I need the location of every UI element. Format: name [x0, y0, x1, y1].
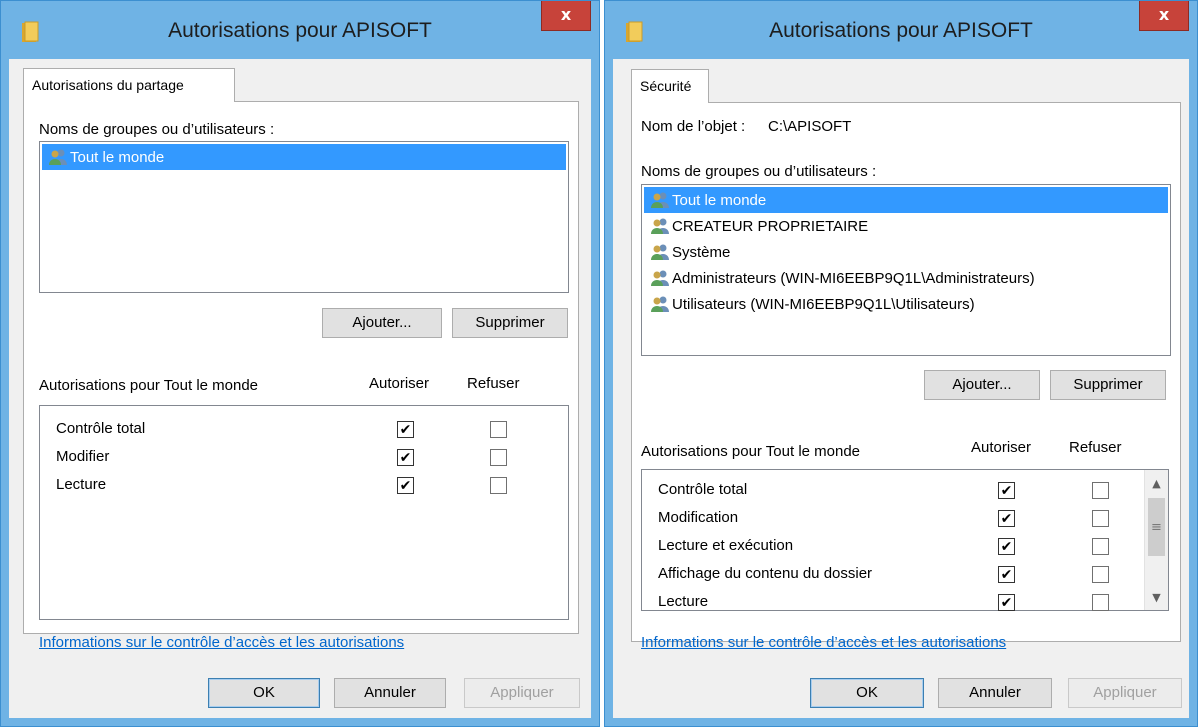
list-item[interactable]: Tout le monde	[644, 187, 1168, 213]
cancel-button[interactable]: Annuler	[334, 678, 446, 708]
scroll-up-arrow-icon[interactable]: ▲	[1145, 470, 1168, 496]
deny-checkbox[interactable]	[490, 421, 507, 438]
permission-label: Lecture	[56, 476, 107, 493]
object-name-value: C:\APISOFT	[768, 118, 852, 135]
ok-button[interactable]: OK	[208, 678, 320, 708]
allow-checkbox[interactable]: ✔	[397, 449, 414, 466]
list-item[interactable]: Tout le monde	[42, 144, 566, 170]
object-name-label: Nom de l’objet :	[641, 118, 746, 135]
deny-checkbox[interactable]	[1092, 566, 1109, 583]
list-item-label: Tout le monde	[672, 191, 767, 209]
permission-label: Contrôle total	[56, 420, 146, 437]
checkmark-icon: ✔	[1000, 510, 1013, 527]
list-item[interactable]: CREATEUR PROPRIETAIRE	[644, 213, 1168, 239]
permissions-list: Contrôle total ✔ Modifier ✔ Lecture ✔	[39, 405, 569, 620]
deny-checkbox[interactable]	[1092, 510, 1109, 527]
list-item[interactable]: Utilisateurs (WIN-MI6EEBP9Q1L\Utilisateu…	[644, 291, 1168, 317]
right-dialog-window: Autorisations pour APISOFT x Sécurité No…	[604, 0, 1198, 727]
list-item[interactable]: Administrateurs (WIN-MI6EEBP9Q1L\Adminis…	[644, 265, 1168, 291]
tab-share-permissions[interactable]: Autorisations du partage	[23, 68, 235, 102]
allow-checkbox[interactable]: ✔	[998, 482, 1015, 499]
list-item-label: Administrateurs (WIN-MI6EEBP9Q1L\Adminis…	[672, 269, 1035, 287]
permissions-for-label: Autorisations pour Tout le monde	[641, 443, 861, 460]
permissions-scrollbar[interactable]: ▲ ≡ ▼	[1144, 470, 1168, 610]
users-group-icon	[651, 218, 669, 234]
deny-checkbox[interactable]	[490, 477, 507, 494]
permission-label: Affichage du contenu du dossier	[658, 565, 873, 582]
left-dialog-window: Autorisations pour APISOFT x Autorisatio…	[0, 0, 600, 727]
checkmark-icon: ✔	[399, 421, 412, 438]
permissions-list: ▲ ≡ ▼ Contrôle total ✔ Modification ✔ Lectur…	[641, 469, 1169, 611]
allow-checkbox[interactable]: ✔	[998, 538, 1015, 555]
title-bar[interactable]: Autorisations pour APISOFT x	[1, 1, 599, 59]
checkmark-icon: ✔	[399, 477, 412, 494]
users-group-icon	[651, 244, 669, 260]
apply-button[interactable]: Appliquer	[1068, 678, 1182, 708]
scroll-thumb-icon[interactable]: ≡	[1148, 498, 1165, 556]
window-title: Autorisations pour APISOFT	[168, 19, 432, 42]
permission-label: Modifier	[56, 448, 110, 465]
list-item[interactable]: Système	[644, 239, 1168, 265]
list-item-label: CREATEUR PROPRIETAIRE	[672, 217, 869, 235]
checkmark-icon: ✔	[399, 449, 412, 466]
cancel-button[interactable]: Annuler	[938, 678, 1052, 708]
users-group-icon	[651, 296, 669, 312]
permission-label: Lecture	[658, 593, 709, 610]
deny-checkbox[interactable]	[1092, 594, 1109, 611]
allow-checkbox[interactable]: ✔	[998, 594, 1015, 611]
checkmark-icon: ✔	[1000, 594, 1013, 611]
dialog-client-area: Autorisations du partage Noms de groupes…	[9, 59, 591, 718]
title-bar[interactable]: Autorisations pour APISOFT x	[605, 1, 1197, 59]
permission-label: Modification	[658, 509, 739, 526]
deny-checkbox[interactable]	[1092, 538, 1109, 555]
allow-header: Autoriser	[971, 439, 1032, 456]
permission-label: Contrôle total	[658, 481, 748, 498]
remove-button[interactable]: Supprimer	[1050, 370, 1166, 400]
apply-button[interactable]: Appliquer	[464, 678, 580, 708]
permissions-for-label: Autorisations pour Tout le monde	[39, 377, 259, 394]
list-item-label: Système	[672, 243, 731, 261]
allow-checkbox[interactable]: ✔	[998, 566, 1015, 583]
scroll-down-arrow-icon[interactable]: ▼	[1145, 584, 1168, 610]
add-button[interactable]: Ajouter...	[322, 308, 442, 338]
deny-checkbox[interactable]	[1092, 482, 1109, 499]
window-title: Autorisations pour APISOFT	[769, 19, 1033, 42]
close-button[interactable]: x	[1139, 1, 1189, 31]
groups-label: Noms de groupes ou d’utilisateurs :	[39, 121, 275, 138]
deny-header: Refuser	[467, 375, 520, 392]
allow-checkbox[interactable]: ✔	[397, 421, 414, 438]
ok-button[interactable]: OK	[810, 678, 924, 708]
groups-listbox[interactable]: Tout le monde	[39, 141, 569, 293]
checkmark-icon: ✔	[1000, 566, 1013, 583]
groups-listbox[interactable]: Tout le monde CREATEUR PROPRIETAIRE Systèm…	[641, 184, 1171, 356]
checkmark-icon: ✔	[1000, 538, 1013, 555]
list-item-label: Utilisateurs (WIN-MI6EEBP9Q1L\Utilisateu…	[672, 295, 975, 313]
tab-security[interactable]: Sécurité	[631, 69, 709, 103]
users-group-icon	[651, 270, 669, 286]
users-group-icon	[49, 149, 67, 165]
users-group-icon	[651, 192, 669, 208]
permission-label: Lecture et exécution	[658, 537, 794, 554]
list-item-label: Tout le monde	[70, 148, 165, 166]
groups-label: Noms de groupes ou d’utilisateurs :	[641, 163, 877, 180]
remove-button[interactable]: Supprimer	[452, 308, 568, 338]
checkmark-icon: ✔	[1000, 482, 1013, 499]
allow-header: Autoriser	[369, 375, 430, 392]
add-button[interactable]: Ajouter...	[924, 370, 1040, 400]
dialog-client-area: Sécurité Nom de l’objet : C:\APISOFT Nom…	[613, 59, 1189, 718]
allow-checkbox[interactable]: ✔	[397, 477, 414, 494]
access-control-info-link[interactable]: Informations sur le contrôle d’accès et …	[39, 634, 404, 651]
deny-checkbox[interactable]	[490, 449, 507, 466]
access-control-info-link[interactable]: Informations sur le contrôle d’accès et …	[641, 634, 1006, 651]
allow-checkbox[interactable]: ✔	[998, 510, 1015, 527]
close-button[interactable]: x	[541, 1, 591, 31]
deny-header: Refuser	[1069, 439, 1122, 456]
